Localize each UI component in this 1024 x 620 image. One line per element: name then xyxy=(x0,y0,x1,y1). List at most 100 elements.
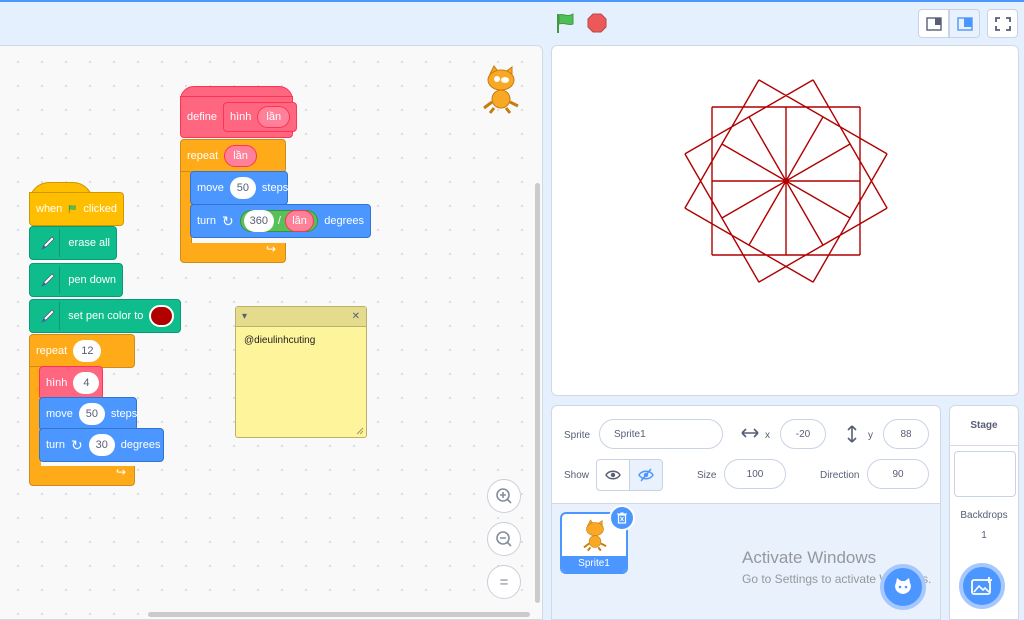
x-arrows-icon xyxy=(741,428,759,438)
when-flag-clicked-block[interactable]: when clicked xyxy=(29,192,124,226)
repeat-count-input[interactable]: 12 xyxy=(73,340,102,362)
hinh-label: hình xyxy=(46,377,68,389)
green-flag-icon[interactable] xyxy=(555,12,577,34)
zoom-in-button[interactable] xyxy=(487,479,521,513)
stop-icon[interactable] xyxy=(587,13,607,33)
code-comment[interactable]: ▾ ✕ @dieulinhcuting xyxy=(235,306,367,438)
show-label: Show xyxy=(564,470,590,481)
divide-left-input[interactable]: 360 xyxy=(243,210,274,232)
delete-sprite-button[interactable] xyxy=(609,505,635,531)
eye-hidden-icon xyxy=(638,468,654,482)
code-area[interactable]: when clicked erase all pen down set pen … xyxy=(0,45,543,620)
turn-degrees-block[interactable]: turn ↻ 30 degrees xyxy=(39,428,164,462)
set-pen-color-block[interactable]: set pen color to xyxy=(29,299,181,333)
define-prototype: hình lần xyxy=(222,102,298,132)
define-move-steps-input[interactable]: 50 xyxy=(229,177,256,199)
activate-windows-title: Activate Windows xyxy=(742,548,877,567)
loop-arrow-icon: ↪ xyxy=(266,242,277,256)
hinh-arg-input[interactable]: 4 xyxy=(73,372,100,394)
choose-backdrop-button[interactable] xyxy=(959,563,1005,609)
define-degrees-label: degrees xyxy=(324,215,364,227)
y-input[interactable]: 88 xyxy=(883,419,929,449)
sprite-info: Sprite Sprite1 x -20 y 88 Show Size 100 … xyxy=(552,406,940,504)
erase-all-label: erase all xyxy=(68,237,110,249)
normal-stage-icon xyxy=(957,17,973,31)
choose-sprite-button[interactable] xyxy=(880,564,926,610)
move-label: move xyxy=(46,408,73,420)
degrees-label: degrees xyxy=(120,439,161,451)
pen-icon xyxy=(36,266,61,294)
zoom-reset-button[interactable]: = xyxy=(487,565,521,599)
repeat-block[interactable]: repeat 12 xyxy=(29,334,135,368)
comment-text[interactable]: @dieulinhcuting xyxy=(236,327,366,354)
small-stage-button[interactable] xyxy=(918,9,949,38)
eye-icon xyxy=(605,470,621,480)
turn-clockwise-icon: ↻ xyxy=(221,212,234,229)
define-turn-block[interactable]: turn ↻ 360 / lần degrees xyxy=(190,204,371,238)
proc-name: hình xyxy=(229,111,252,123)
proc-param[interactable]: lần xyxy=(257,106,291,128)
steps-label: steps xyxy=(110,408,138,420)
stage-title: Stage xyxy=(950,406,1018,446)
zoom-reset-icon: = xyxy=(499,573,509,591)
backdrops-count: 1 xyxy=(981,530,987,541)
show-visible-button[interactable] xyxy=(596,459,630,491)
show-hidden-button[interactable] xyxy=(629,459,663,491)
green-flag-icon xyxy=(69,204,76,214)
clicked-label: clicked xyxy=(83,203,117,215)
small-stage-icon xyxy=(926,17,942,31)
sprite-name-input[interactable]: Sprite1 xyxy=(599,419,723,449)
move-steps-block[interactable]: move 50 steps xyxy=(39,397,137,431)
sprite-label: Sprite xyxy=(564,430,591,441)
stage-thumbnail[interactable] xyxy=(954,451,1016,497)
define-block[interactable]: define hình lần xyxy=(180,96,298,138)
y-label: y xyxy=(868,430,873,441)
zoom-out-icon xyxy=(496,531,512,547)
x-label: x xyxy=(765,430,770,441)
horizontal-scrollbar[interactable] xyxy=(148,612,530,617)
comment-resize-icon[interactable] xyxy=(356,427,364,435)
turn-clockwise-icon: ↻ xyxy=(70,436,83,453)
hinh-call-block[interactable]: hình 4 xyxy=(39,366,103,400)
comment-collapse-icon[interactable]: ▾ xyxy=(242,311,247,322)
direction-input[interactable]: 90 xyxy=(867,459,929,489)
define-repeat-param[interactable]: lần xyxy=(224,145,257,167)
turn-degrees-input[interactable]: 30 xyxy=(88,434,115,456)
define-turn-label: turn xyxy=(197,215,216,227)
full-screen-button[interactable] xyxy=(987,9,1018,38)
stage-canvas[interactable] xyxy=(551,45,1019,396)
x-input[interactable]: -20 xyxy=(780,419,826,449)
erase-all-block[interactable]: erase all xyxy=(29,226,117,260)
size-label: Size xyxy=(697,470,717,481)
pen-drawing xyxy=(684,79,888,283)
zoom-out-button[interactable] xyxy=(487,522,521,556)
pen-icon xyxy=(36,229,61,257)
comment-close-icon[interactable]: ✕ xyxy=(352,311,360,322)
normal-stage-button[interactable] xyxy=(949,9,980,38)
cat-add-icon xyxy=(895,578,911,594)
divide-operator[interactable]: 360 / lần xyxy=(239,210,319,232)
divide-right-param[interactable]: lần xyxy=(284,210,315,232)
set-pen-color-label: set pen color to xyxy=(68,310,144,322)
sprite-tile-name: Sprite1 xyxy=(562,556,626,572)
sprite-cat-icon xyxy=(483,65,519,114)
backdrops-label: Backdrops xyxy=(960,510,1008,521)
move-steps-input[interactable]: 50 xyxy=(78,403,105,425)
repeat-label: repeat xyxy=(36,345,68,357)
turn-label: turn xyxy=(46,439,65,451)
comment-header[interactable]: ▾ ✕ xyxy=(236,307,366,327)
pen-color-swatch[interactable] xyxy=(149,305,174,327)
size-input[interactable]: 100 xyxy=(724,459,786,489)
vertical-scrollbar[interactable] xyxy=(535,183,540,603)
define-move-block[interactable]: move 50 steps xyxy=(190,171,288,205)
define-label: define xyxy=(187,111,217,123)
pen-icon xyxy=(36,302,61,330)
define-repeat-block[interactable]: repeat lần xyxy=(180,139,286,173)
when-label: when xyxy=(36,203,63,215)
top-accent-line xyxy=(0,0,1024,2)
define-steps-label: steps xyxy=(261,182,289,194)
trash-icon xyxy=(617,512,627,524)
zoom-in-icon xyxy=(496,488,512,504)
define-repeat-label: repeat xyxy=(187,150,219,162)
pen-down-block[interactable]: pen down xyxy=(29,263,123,297)
